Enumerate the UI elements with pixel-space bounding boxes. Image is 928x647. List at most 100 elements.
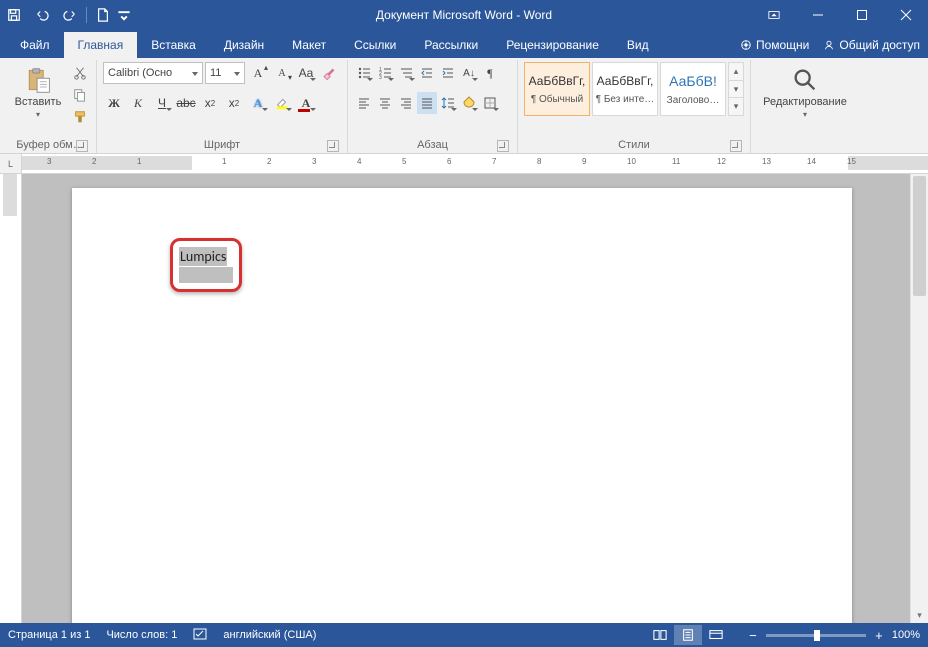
font-color-icon[interactable]: A xyxy=(295,92,317,114)
editing-button[interactable]: Редактирование ▾ xyxy=(757,62,853,134)
subscript-button[interactable]: x2 xyxy=(199,92,221,114)
group-editing: Редактирование ▾ xyxy=(751,60,859,153)
highlight-icon[interactable] xyxy=(271,92,293,114)
format-painter-icon[interactable] xyxy=(70,108,90,126)
scroll-thumb[interactable] xyxy=(913,176,926,296)
strike-button[interactable]: abc xyxy=(175,92,197,114)
window-controls xyxy=(752,0,928,30)
scroll-down-icon[interactable]: ▾ xyxy=(911,607,928,623)
indent-decrease-icon[interactable] xyxy=(417,62,437,84)
paste-button[interactable]: Вставить ▾ xyxy=(10,62,66,134)
align-right-icon[interactable] xyxy=(396,92,416,114)
font-size-select[interactable]: 11 xyxy=(205,62,245,84)
line-spacing-icon[interactable] xyxy=(438,92,458,114)
ribbon: Вставить ▾ Буфер обм… Calibri (Осно 11 A… xyxy=(0,58,928,154)
minimize-button[interactable] xyxy=(796,0,840,30)
undo-icon[interactable] xyxy=(28,0,56,30)
paragraph-launcher[interactable] xyxy=(497,140,509,152)
qat-more-icon[interactable] xyxy=(117,0,131,30)
status-lang[interactable]: английский (США) xyxy=(223,629,316,641)
tab-home[interactable]: Главная xyxy=(64,32,138,58)
qat-separator xyxy=(86,7,87,23)
style-heading1[interactable]: АаБбВ!Заголово… xyxy=(660,62,726,116)
grow-font-icon[interactable]: A▴ xyxy=(247,62,269,84)
tab-layout[interactable]: Макет xyxy=(278,32,340,58)
indent-increase-icon[interactable] xyxy=(438,62,458,84)
new-doc-icon[interactable] xyxy=(89,0,117,30)
vertical-scrollbar[interactable]: ▴ ▾ xyxy=(910,174,928,623)
view-buttons xyxy=(646,625,730,645)
clipboard-launcher[interactable] xyxy=(76,140,88,152)
zoom-handle[interactable] xyxy=(814,630,820,641)
font-launcher[interactable] xyxy=(327,140,339,152)
ruler-horizontal[interactable]: L 3 2 1 1 2 3 4 5 6 7 8 9 10 11 12 13 14… xyxy=(0,154,928,174)
group-clipboard: Вставить ▾ Буфер обм… xyxy=(4,60,97,153)
zoom-out-button[interactable]: − xyxy=(746,628,760,642)
ruler-h-track: 3 2 1 1 2 3 4 5 6 7 8 9 10 11 12 13 14 1… xyxy=(22,154,928,173)
ribbon-options-icon[interactable] xyxy=(752,0,796,30)
styles-gallery-more[interactable]: ▴▾▾ xyxy=(728,62,744,116)
share-button[interactable]: Общий доступ xyxy=(823,38,920,52)
ribbon-tabs: Файл Главная Вставка Дизайн Макет Ссылки… xyxy=(0,30,928,58)
zoom-in-button[interactable]: + xyxy=(872,628,886,642)
tab-design[interactable]: Дизайн xyxy=(210,32,278,58)
close-button[interactable] xyxy=(884,0,928,30)
shading-icon[interactable] xyxy=(459,92,479,114)
maximize-button[interactable] xyxy=(840,0,884,30)
save-icon[interactable] xyxy=(0,0,28,30)
align-left-icon[interactable] xyxy=(354,92,374,114)
tab-mailings[interactable]: Рассылки xyxy=(410,32,492,58)
clear-format-icon[interactable] xyxy=(319,62,341,84)
group-paragraph: 123 A↓ ¶ Абзац xyxy=(348,60,518,153)
zoom-slider[interactable] xyxy=(766,634,866,637)
text-effects-icon[interactable]: A xyxy=(247,92,269,114)
page-viewport[interactable]: Lumpics xyxy=(22,174,910,623)
superscript-button[interactable]: x2 xyxy=(223,92,245,114)
redo-icon[interactable] xyxy=(56,0,84,30)
tab-review[interactable]: Рецензирование xyxy=(492,32,613,58)
justify-icon[interactable] xyxy=(417,92,437,114)
status-words[interactable]: Число слов: 1 xyxy=(106,629,177,641)
view-web-icon[interactable] xyxy=(702,625,730,645)
tab-references[interactable]: Ссылки xyxy=(340,32,410,58)
bold-button[interactable]: Ж xyxy=(103,92,125,114)
status-page[interactable]: Страница 1 из 1 xyxy=(8,629,90,641)
sort-icon[interactable]: A↓ xyxy=(459,62,479,84)
quick-access-toolbar xyxy=(0,0,131,30)
zoom-value[interactable]: 100% xyxy=(892,629,920,641)
document-area: Lumpics ▴ ▾ xyxy=(0,174,928,623)
tell-me[interactable]: Помощни xyxy=(740,38,809,52)
borders-icon[interactable] xyxy=(480,92,500,114)
underline-button[interactable]: Ч xyxy=(151,92,173,114)
status-bar: Страница 1 из 1 Число слов: 1 английский… xyxy=(0,623,928,647)
cut-icon[interactable] xyxy=(70,64,90,82)
styles-launcher[interactable] xyxy=(730,140,742,152)
view-read-icon[interactable] xyxy=(646,625,674,645)
copy-icon[interactable] xyxy=(70,86,90,104)
tab-file[interactable]: Файл xyxy=(6,32,64,58)
view-print-icon[interactable] xyxy=(674,625,702,645)
multilevel-icon[interactable] xyxy=(396,62,416,84)
group-styles: АаБбВвГг,¶ Обычный АаБбВвГг,¶ Без инте… … xyxy=(518,60,751,153)
selected-text[interactable]: Lumpics xyxy=(179,247,227,266)
ruler-corner[interactable]: L xyxy=(0,154,22,174)
bullets-icon[interactable] xyxy=(354,62,374,84)
ruler-vertical[interactable] xyxy=(0,174,22,623)
svg-text:3: 3 xyxy=(379,75,382,80)
change-case-icon[interactable]: Aa xyxy=(295,62,317,84)
tab-view[interactable]: Вид xyxy=(613,32,663,58)
style-normal[interactable]: АаБбВвГг,¶ Обычный xyxy=(524,62,590,116)
numbering-icon[interactable]: 123 xyxy=(375,62,395,84)
show-marks-icon[interactable]: ¶ xyxy=(480,62,500,84)
style-no-spacing[interactable]: АаБбВвГг,¶ Без инте… xyxy=(592,62,658,116)
tab-insert[interactable]: Вставка xyxy=(137,32,210,58)
window-title: Документ Microsoft Word - Word xyxy=(376,8,552,22)
align-center-icon[interactable] xyxy=(375,92,395,114)
page[interactable]: Lumpics xyxy=(72,188,852,623)
status-proof-icon[interactable] xyxy=(193,627,207,644)
zoom-control: − + 100% xyxy=(746,628,920,642)
word-window: Документ Microsoft Word - Word Файл Глав… xyxy=(0,0,928,647)
shrink-font-icon[interactable]: A▾ xyxy=(271,62,293,84)
italic-button[interactable]: К xyxy=(127,92,149,114)
font-name-select[interactable]: Calibri (Осно xyxy=(103,62,203,84)
